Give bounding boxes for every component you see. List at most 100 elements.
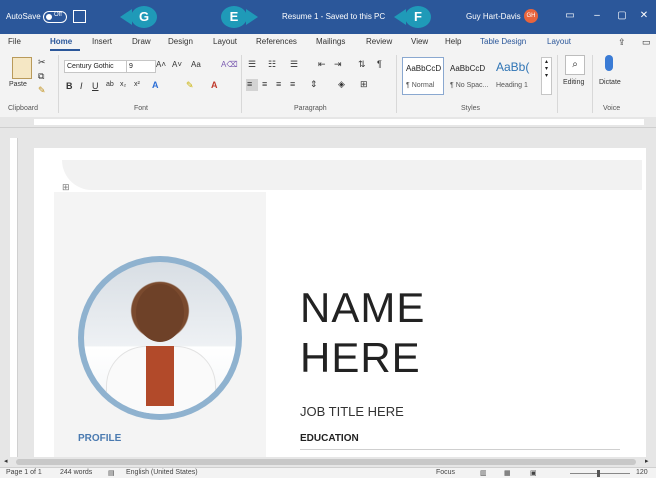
align-right-icon[interactable]: ≡	[276, 79, 281, 89]
document-title[interactable]: Resume 1 - Saved to this PC	[282, 12, 385, 21]
highlight-icon[interactable]: ✎	[186, 80, 194, 91]
zoom-slider-thumb[interactable]	[597, 470, 600, 477]
shrink-font-icon[interactable]: A˅	[172, 60, 182, 69]
tab-review[interactable]: Review	[366, 37, 392, 46]
align-left-icon: ≡	[247, 79, 253, 89]
microphone-icon[interactable]	[605, 55, 613, 71]
increase-indent-icon[interactable]: ⇥	[334, 59, 342, 70]
vertical-ruler[interactable]	[10, 138, 18, 457]
style-preview: AaBbCcD	[450, 64, 486, 73]
save-icon[interactable]	[73, 10, 86, 23]
editing-label[interactable]: Editing	[563, 79, 584, 86]
photo-shirt	[146, 346, 174, 406]
font-color-icon[interactable]: A	[211, 80, 218, 90]
ribbon-separator	[241, 55, 242, 113]
print-layout-icon[interactable]: ▦	[504, 469, 511, 477]
sort-icon[interactable]: ⇅	[358, 59, 366, 70]
style-preview: AaBb(	[496, 60, 530, 74]
autosave-toggle[interactable]: Off	[43, 11, 67, 23]
focus-mode[interactable]: Focus	[436, 469, 455, 476]
share-icon[interactable]: ⇪	[618, 37, 626, 48]
bullets-icon[interactable]: ☰	[248, 59, 256, 70]
scroll-left-icon[interactable]: ◂	[4, 457, 8, 465]
proofing-icon[interactable]: ▤	[108, 469, 115, 477]
web-layout-icon[interactable]: ▣	[530, 469, 537, 477]
strikethrough-icon[interactable]: ab	[106, 81, 114, 88]
shading-icon[interactable]: ◈	[338, 79, 345, 90]
search-icon[interactable]: ⌕	[565, 55, 585, 75]
user-avatar[interactable]: GH	[524, 9, 538, 23]
italic-icon[interactable]: I	[80, 81, 83, 91]
line-spacing-icon[interactable]: ⇕	[310, 79, 318, 90]
dictate-label[interactable]: Dictate	[599, 79, 621, 86]
font-name-combo[interactable]: Century Gothic	[64, 60, 128, 73]
header-decoration	[62, 160, 642, 190]
tab-references[interactable]: References	[256, 37, 297, 46]
comments-icon[interactable]: ▭	[642, 37, 651, 48]
read-mode-icon[interactable]: ▥	[480, 469, 487, 477]
subscript-icon[interactable]: x₂	[120, 81, 126, 88]
styles-scroll[interactable]: ▴ ▾ ▾	[541, 57, 552, 95]
close-icon[interactable]: ✕	[630, 10, 656, 21]
user-name[interactable]: Guy Hart-Davis	[466, 12, 521, 21]
scrollbar-thumb[interactable]	[16, 459, 636, 465]
tab-home[interactable]: Home	[50, 37, 72, 46]
photo-head	[136, 284, 184, 342]
grow-font-icon[interactable]: A˄	[156, 60, 166, 69]
education-divider	[300, 449, 620, 450]
tab-layout[interactable]: Layout	[213, 37, 237, 46]
multilevel-list-icon[interactable]: ☰	[290, 59, 298, 70]
scroll-right-icon[interactable]: ▸	[645, 457, 649, 465]
autosave-label: AutoSave	[6, 12, 41, 21]
horizontal-scrollbar[interactable]: ◂ ▸	[0, 457, 656, 467]
format-painter-icon[interactable]: ✎	[38, 85, 46, 96]
horizontal-ruler[interactable]	[0, 117, 656, 128]
change-case-icon[interactable]: Aa	[191, 60, 201, 69]
underline-icon[interactable]: U	[92, 81, 99, 91]
paste-icon[interactable]	[12, 57, 32, 79]
job-title[interactable]: JOB TITLE HERE	[300, 404, 404, 419]
word-count[interactable]: 244 words	[60, 469, 92, 476]
justify-icon[interactable]: ≡	[290, 79, 295, 89]
font-size-combo[interactable]: 9	[126, 60, 156, 73]
show-formatting-icon[interactable]: ¶	[377, 59, 382, 69]
clear-formatting-icon[interactable]: A⌫	[221, 60, 238, 69]
align-center-icon[interactable]: ≡	[262, 79, 267, 89]
profile-heading[interactable]: PROFILE	[78, 433, 121, 444]
tab-help[interactable]: Help	[445, 37, 461, 46]
tab-file[interactable]: File	[8, 37, 21, 46]
tab-view[interactable]: View	[411, 37, 428, 46]
superscript-icon[interactable]: x²	[134, 81, 140, 88]
copy-icon[interactable]: ⧉	[38, 71, 44, 82]
name-line-1[interactable]: NAME	[300, 284, 425, 332]
page-count[interactable]: Page 1 of 1	[6, 469, 42, 476]
profile-photo[interactable]	[84, 262, 236, 414]
bold-icon[interactable]: B	[66, 81, 73, 91]
minimize-icon[interactable]: –	[583, 10, 611, 21]
paste-label[interactable]: Paste	[9, 81, 27, 88]
language-status[interactable]: English (United States)	[126, 469, 198, 476]
text-effects-icon[interactable]: A	[152, 80, 159, 90]
ribbon-display-icon[interactable]: ▭	[556, 10, 584, 21]
tab-insert[interactable]: Insert	[92, 37, 112, 46]
style-preview: AaBbCcD	[406, 64, 442, 73]
tab-table-design[interactable]: Table Design	[480, 37, 526, 46]
tab-draw[interactable]: Draw	[132, 37, 151, 46]
ruler-track	[34, 119, 644, 125]
tab-table-layout[interactable]: Layout	[547, 37, 571, 46]
ribbon-separator	[58, 55, 59, 113]
document-page[interactable]: ⊞ NAME HERE JOB TITLE HERE EDUCATION PRO…	[34, 148, 646, 462]
name-line-2[interactable]: HERE	[300, 334, 421, 382]
education-heading[interactable]: EDUCATION	[300, 433, 359, 444]
numbering-icon[interactable]: ☷	[268, 59, 276, 70]
zoom-level[interactable]: 120	[636, 469, 648, 476]
style-no-spacing[interactable]: AaBbCcD ¶ No Spac...	[446, 57, 488, 95]
style-heading-1[interactable]: AaBb( Heading 1	[492, 57, 540, 95]
style-normal[interactable]: AaBbCcD ¶ Normal	[402, 57, 444, 95]
tab-mailings[interactable]: Mailings	[316, 37, 345, 46]
zoom-slider[interactable]	[570, 473, 630, 474]
cut-icon[interactable]: ✂	[38, 57, 46, 68]
tab-design[interactable]: Design	[168, 37, 193, 46]
borders-icon[interactable]: ⊞	[360, 79, 368, 90]
decrease-indent-icon[interactable]: ⇤	[318, 59, 326, 70]
